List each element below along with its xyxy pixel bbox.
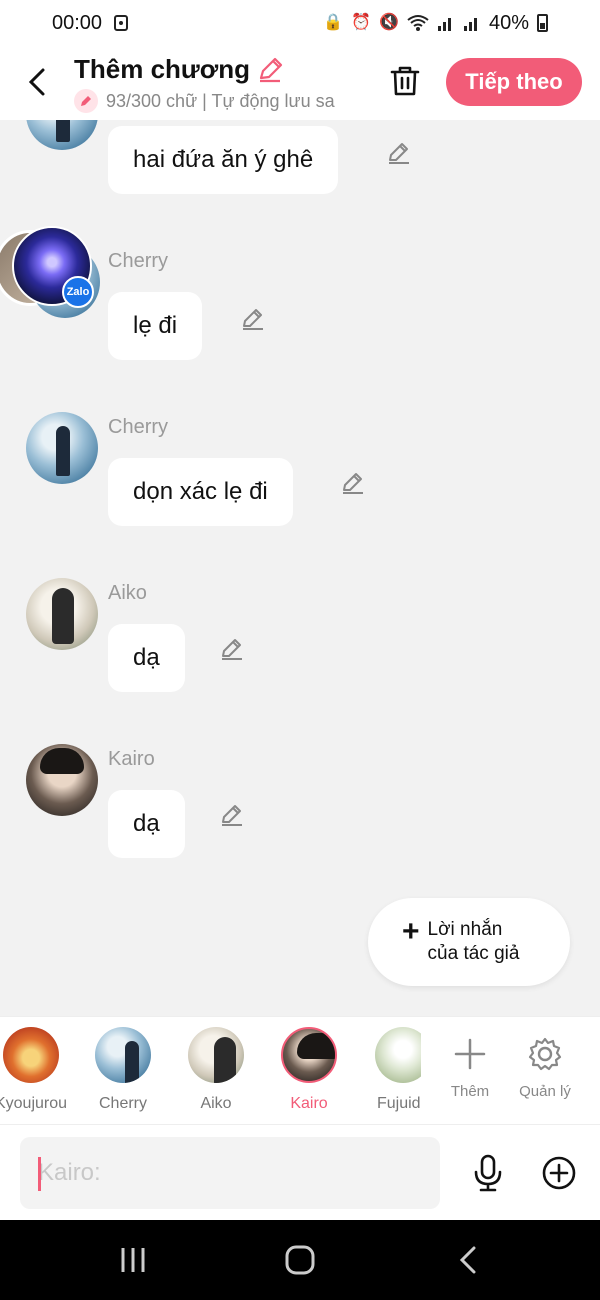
alarm-icon: ⏰ — [351, 14, 372, 31]
pen-badge-icon — [74, 89, 98, 113]
system-nav-bar — [0, 1220, 600, 1300]
add-label: Thêm — [450, 1083, 490, 1100]
avatar — [3, 1027, 59, 1083]
lock-icon: 🔒 — [323, 14, 344, 31]
manage-button[interactable]: Quản lý — [510, 1031, 580, 1100]
character-aiko[interactable]: Aiko — [171, 1027, 261, 1113]
home-icon — [285, 1245, 315, 1275]
plus-circle-icon — [542, 1156, 576, 1190]
manage-label: Quản lý — [519, 1083, 571, 1100]
edit-message-icon[interactable] — [219, 802, 245, 828]
avatar[interactable] — [26, 412, 98, 484]
character-selector: Kyoujurou Cherry Aiko Kairo Fujuida Thêm… — [0, 1016, 600, 1124]
avatar — [188, 1027, 244, 1083]
avatar — [281, 1027, 337, 1083]
screenshot-icon — [114, 15, 129, 31]
add-character-button[interactable]: Thêm — [435, 1031, 505, 1100]
trash-icon — [390, 66, 420, 96]
status-bar: 00:00 🔒 ⏰ 🔇 40% — [0, 0, 600, 46]
message-bubble[interactable]: hai đứa ăn ý ghê — [108, 126, 339, 194]
author-note-line1: Lời nhắn — [427, 919, 503, 940]
input-bar — [0, 1124, 600, 1220]
voice-button[interactable] — [470, 1153, 506, 1193]
sender-name: Cherry — [108, 250, 169, 272]
edit-message-icon[interactable] — [240, 306, 266, 332]
wifi-icon — [407, 15, 429, 31]
edit-title-icon[interactable] — [256, 56, 284, 84]
battery-icon — [537, 14, 548, 32]
home-button[interactable] — [280, 1240, 320, 1280]
avatar — [95, 1027, 151, 1083]
chat-area[interactable]: hai đứa ăn ý ghê Zalo Cherry lẹ đi Cherr… — [0, 120, 600, 1016]
signal-icon-2 — [463, 18, 477, 31]
back-arrow-icon — [28, 68, 45, 96]
character-name: Kairo — [290, 1095, 328, 1112]
avatar-stack[interactable]: Zalo — [0, 226, 100, 322]
avatar[interactable] — [26, 578, 98, 650]
character-name: Cherry — [98, 1095, 147, 1112]
author-note-label: Lời nhắn của tác giả — [428, 918, 520, 966]
message-bubble[interactable]: dạ — [108, 624, 185, 692]
signal-icon — [437, 18, 451, 31]
message-input[interactable] — [20, 1137, 440, 1209]
avatar[interactable] — [26, 120, 98, 150]
edit-message-icon[interactable] — [219, 636, 245, 662]
edit-message-icon[interactable] — [340, 470, 366, 496]
edit-message-icon[interactable] — [386, 140, 412, 166]
message-bubble[interactable]: dọn xác lẹ đi — [108, 458, 293, 526]
plus-icon: + — [402, 915, 420, 948]
message-bubble[interactable]: lẹ đi — [108, 292, 203, 360]
plus-icon — [454, 1038, 486, 1070]
character-cherry[interactable]: Cherry — [78, 1027, 168, 1113]
back-button[interactable] — [22, 64, 52, 100]
author-note-line2: của tác giả — [427, 943, 520, 964]
sender-name: Aiko — [108, 582, 147, 604]
title-area: Thêm chương 93/300 chữ | Tự động lưu sa — [74, 54, 364, 113]
character-name: Fujuida — [377, 1095, 421, 1112]
gear-icon — [528, 1037, 562, 1071]
sender-name: Cherry — [108, 416, 169, 438]
recent-apps-button[interactable] — [113, 1240, 153, 1280]
back-icon — [459, 1246, 476, 1274]
character-name: Aiko — [200, 1095, 232, 1112]
author-note-button[interactable]: + Lời nhắn của tác giả — [368, 898, 570, 986]
system-back-button[interactable] — [448, 1240, 488, 1280]
character-kairo[interactable]: Kairo — [264, 1027, 354, 1113]
next-button[interactable]: Tiếp theo — [446, 58, 582, 106]
delete-button[interactable] — [386, 62, 424, 100]
text-caret — [38, 1157, 41, 1191]
battery-percent: 40% — [488, 11, 529, 34]
sender-name: Kairo — [108, 748, 155, 770]
app-header: Thêm chương 93/300 chữ | Tự động lưu sa … — [0, 46, 600, 120]
message-input-wrapper — [20, 1137, 440, 1209]
page-title[interactable]: Thêm chương — [74, 54, 364, 85]
word-count-text: 93/300 chữ | Tự động lưu sa — [106, 90, 335, 111]
mute-icon: 🔇 — [379, 14, 399, 31]
microphone-icon — [474, 1154, 502, 1192]
word-count-status: 93/300 chữ | Tự động lưu sa — [74, 89, 362, 113]
page-title-text: Thêm chương — [74, 54, 250, 84]
avatar — [375, 1027, 421, 1083]
zalo-badge: Zalo — [62, 276, 94, 308]
status-time: 00:00 — [52, 11, 103, 34]
character-kyoujurou[interactable]: Kyoujurou — [0, 1027, 76, 1113]
character-fujuida[interactable]: Fujuida — [355, 1027, 421, 1113]
message-bubble[interactable]: dạ — [108, 790, 185, 858]
add-attachment-button[interactable] — [540, 1153, 578, 1193]
avatar[interactable] — [26, 744, 98, 816]
recent-apps-icon — [121, 1248, 145, 1272]
character-name: Kyoujurou — [0, 1095, 68, 1112]
